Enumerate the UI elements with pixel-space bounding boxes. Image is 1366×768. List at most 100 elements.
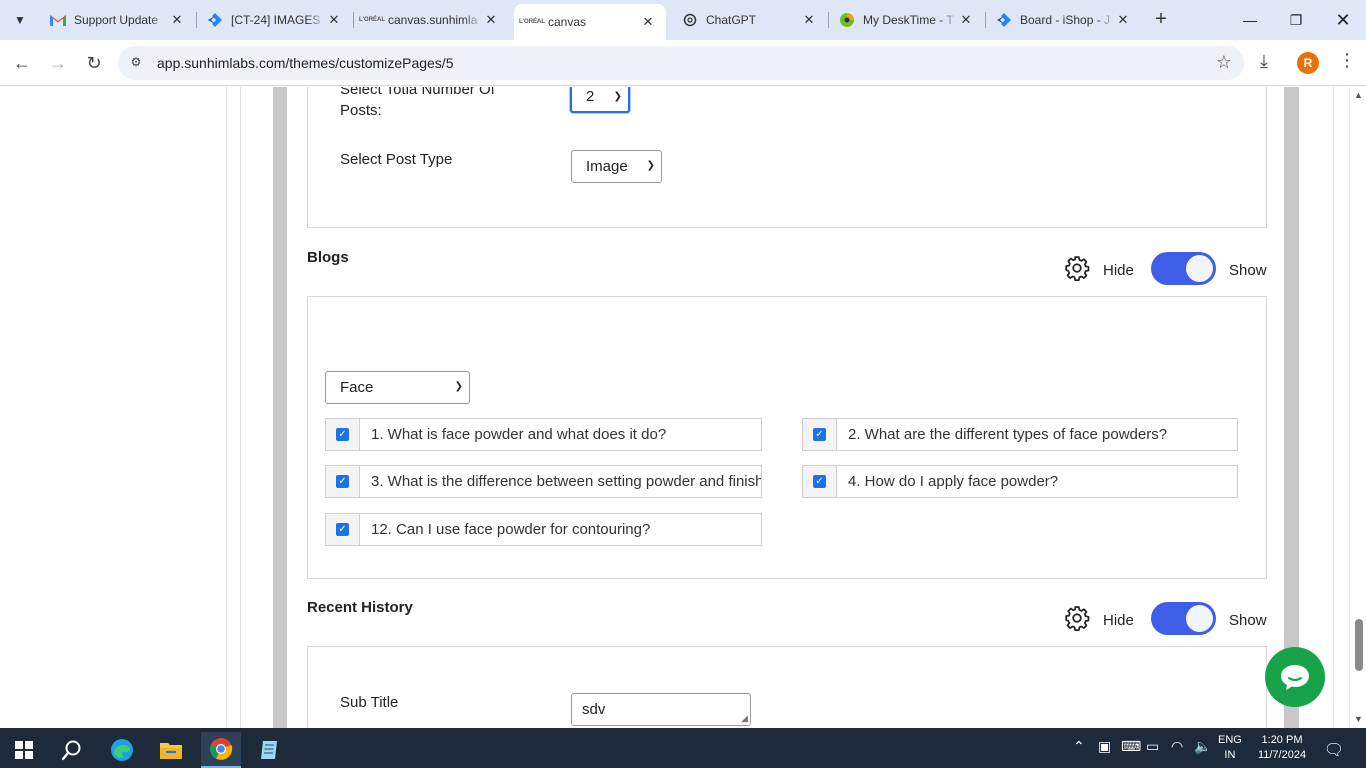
show-label: Show xyxy=(1229,612,1267,629)
close-icon[interactable]: ✕ xyxy=(958,12,974,28)
meet-now-icon[interactable]: ▣ xyxy=(1098,738,1111,755)
desktime-icon xyxy=(839,12,855,28)
tab-ct24-images[interactable]: [CT-24] IMAGES ✕ xyxy=(197,4,352,36)
scrollbar-thumb[interactable] xyxy=(1355,619,1363,671)
gear-icon[interactable] xyxy=(1064,255,1090,281)
blog-item-text: 1. What is face powder and what does it … xyxy=(371,426,667,443)
blog-item-text: 4. How do I apply face powder? xyxy=(848,473,1059,490)
edge-taskbar-button[interactable] xyxy=(102,732,142,768)
more-menu-icon[interactable]: ⋮ xyxy=(1338,50,1356,71)
gmail-icon xyxy=(50,12,66,28)
scroll-down-icon[interactable]: ▼ xyxy=(1354,714,1363,724)
wifi-icon[interactable]: ◠ xyxy=(1171,738,1183,755)
blog-item: ✓ 12. Can I use face powder for contouri… xyxy=(325,513,762,546)
search-button[interactable] xyxy=(52,732,92,768)
close-icon: ✕ xyxy=(1335,9,1351,30)
toggle-knob xyxy=(1186,605,1213,632)
site-settings-icon[interactable]: ⚙ xyxy=(128,55,144,71)
close-icon[interactable]: ✕ xyxy=(326,12,342,28)
system-clock[interactable]: 1:20 PM 11/7/2024 xyxy=(1254,733,1310,763)
chatgpt-icon xyxy=(682,12,698,28)
restore-icon: ❐ xyxy=(1289,11,1303,28)
tab-chatgpt[interactable]: ChatGPT ✕ xyxy=(672,4,827,36)
forward-button[interactable]: → xyxy=(44,49,72,77)
total-posts-select[interactable]: 2 ❯ xyxy=(570,87,630,113)
folder-icon xyxy=(160,743,182,759)
minimize-button[interactable]: — xyxy=(1227,0,1273,40)
onscreen-keyboard-icon[interactable]: ⌨ xyxy=(1121,738,1141,755)
toggle-knob xyxy=(1186,255,1213,282)
scroll-up-icon[interactable]: ▲ xyxy=(1354,90,1363,100)
blog-checkbox[interactable]: ✓ xyxy=(336,428,349,441)
page-viewport: Select Totla Number Of Posts: 2 ❯ Select… xyxy=(0,87,1366,728)
arrow-left-icon: ← xyxy=(13,52,31,73)
blogs-visibility-toggle[interactable] xyxy=(1151,252,1216,285)
tab-canvas-sunhimlabs[interactable]: L'ORÉAL canvas.sunhimla ✕ xyxy=(354,4,509,36)
restore-button[interactable]: ❐ xyxy=(1273,0,1319,40)
post-type-select[interactable]: Image ❯ xyxy=(571,150,662,183)
subtitle-label: Sub Title xyxy=(340,694,399,711)
tab-my-desktime[interactable]: My DeskTime - T ✕ xyxy=(829,4,984,36)
close-icon[interactable]: ✕ xyxy=(801,12,817,28)
bookmark-star-icon[interactable]: ☆ xyxy=(1216,52,1232,73)
reload-button[interactable]: ↻ xyxy=(80,49,108,77)
close-icon[interactable]: ✕ xyxy=(483,12,499,28)
hide-label: Hide xyxy=(1103,262,1134,279)
gear-icon[interactable] xyxy=(1064,605,1090,631)
back-button[interactable]: ← xyxy=(8,49,36,77)
windows-icon xyxy=(15,741,33,759)
tray-overflow-icon[interactable]: ⌃ xyxy=(1073,738,1085,755)
address-bar[interactable]: ⚙ app.sunhimlabs.com/themes/customizePag… xyxy=(118,46,1244,80)
edge-icon xyxy=(111,739,133,761)
blog-checkbox[interactable]: ✓ xyxy=(813,475,826,488)
recent-history-visibility-toggle[interactable] xyxy=(1151,602,1216,635)
notifications-button[interactable]: 🗨 xyxy=(1314,732,1354,768)
chevron-down-icon: ▼ xyxy=(14,13,26,27)
tab-canvas[interactable]: L'ORÉAL canvas ✕ xyxy=(514,4,666,40)
inner-panel-edge xyxy=(273,87,287,728)
blog-item-text: 12. Can I use face powder for contouring… xyxy=(371,521,651,538)
profile-avatar[interactable]: R xyxy=(1297,52,1319,74)
recent-history-section-title: Recent History xyxy=(307,599,413,616)
browser-toolbar: ← → ↻ ⚙ app.sunhimlabs.com/themes/custom… xyxy=(0,40,1366,86)
battery-icon[interactable]: ▭ xyxy=(1146,738,1159,755)
blog-checkbox[interactable]: ✓ xyxy=(813,428,826,441)
chevron-down-icon: ❯ xyxy=(646,160,655,171)
volume-icon[interactable]: 🔈 xyxy=(1194,738,1211,755)
show-label: Show xyxy=(1229,262,1267,279)
search-icon xyxy=(61,740,81,761)
chrome-icon xyxy=(209,738,233,760)
tab-board-ishop[interactable]: Board - iShop - J ✕ xyxy=(986,4,1141,36)
blog-item: ✓ 3. What is the difference between sett… xyxy=(325,465,762,498)
close-icon[interactable]: ✕ xyxy=(1115,12,1131,28)
page-scrollbar[interactable]: ▲ ▼ xyxy=(1349,87,1366,728)
tab-search-button[interactable]: ▼ xyxy=(8,8,32,32)
download-icon[interactable]: ⤓ xyxy=(1260,51,1268,72)
blog-category-select[interactable]: Face ❯ xyxy=(325,371,470,404)
close-window-button[interactable]: ✕ xyxy=(1320,0,1366,40)
windows-taskbar: ⌃ ▣ ⌨ ▭ ◠ 🔈 ENG IN 1:20 PM 11/7/2024 🗨 xyxy=(0,728,1366,768)
blogs-section-title: Blogs xyxy=(307,249,349,266)
reload-icon: ↻ xyxy=(86,52,102,73)
close-icon[interactable]: ✕ xyxy=(169,12,185,28)
url-text[interactable]: app.sunhimlabs.com/themes/customizePages… xyxy=(157,55,453,71)
blog-checkbox[interactable]: ✓ xyxy=(336,523,349,536)
hide-label: Hide xyxy=(1103,612,1134,629)
notepad-taskbar-button[interactable] xyxy=(249,732,289,768)
subtitle-textarea[interactable]: sdv ◢ xyxy=(571,693,751,726)
minimize-icon: — xyxy=(1243,12,1257,28)
recent-history-card xyxy=(307,646,1267,728)
chat-widget-button[interactable] xyxy=(1265,647,1325,707)
start-button[interactable] xyxy=(4,732,44,768)
blog-checkbox[interactable]: ✓ xyxy=(336,475,349,488)
resize-grip-icon[interactable]: ◢ xyxy=(741,713,748,724)
language-indicator[interactable]: ENG IN xyxy=(1218,733,1242,763)
blog-item-text: 3. What is the difference between settin… xyxy=(371,473,761,490)
post-type-label: Select Post Type xyxy=(340,151,453,168)
file-explorer-button[interactable] xyxy=(151,732,191,768)
jira-icon xyxy=(207,12,223,28)
new-tab-button[interactable]: + xyxy=(1150,8,1172,32)
chrome-taskbar-button[interactable] xyxy=(201,732,241,768)
tab-support-update[interactable]: Support Update ✕ xyxy=(40,4,195,36)
close-icon[interactable]: ✕ xyxy=(640,14,656,30)
